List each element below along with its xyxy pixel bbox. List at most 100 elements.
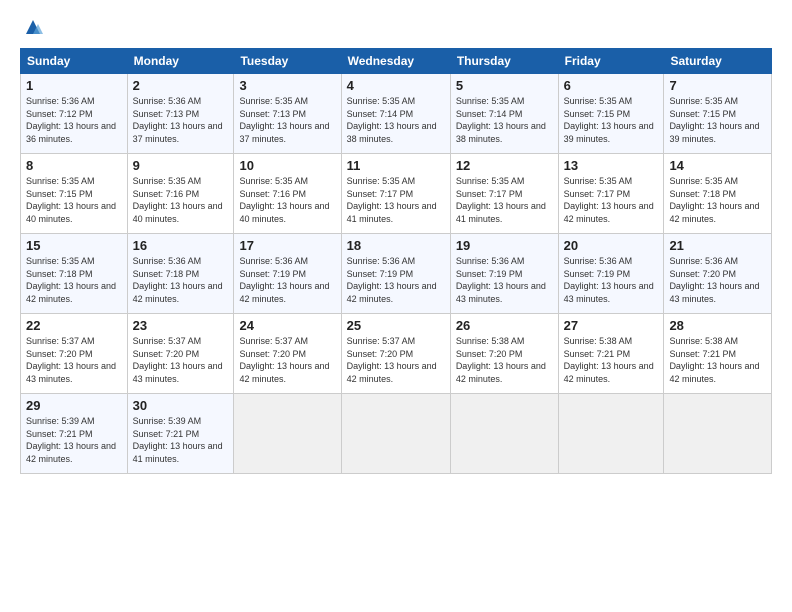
calendar-cell: 2 Sunrise: 5:36 AMSunset: 7:13 PMDayligh… — [127, 74, 234, 154]
day-number: 27 — [564, 318, 659, 333]
calendar-cell — [450, 394, 558, 474]
calendar-cell: 29 Sunrise: 5:39 AMSunset: 7:21 PMDaylig… — [21, 394, 128, 474]
calendar-cell: 14 Sunrise: 5:35 AMSunset: 7:18 PMDaylig… — [664, 154, 772, 234]
day-info: Sunrise: 5:35 AMSunset: 7:15 PMDaylight:… — [564, 96, 654, 144]
day-number: 1 — [26, 78, 122, 93]
calendar-week-row: 29 Sunrise: 5:39 AMSunset: 7:21 PMDaylig… — [21, 394, 772, 474]
day-number: 6 — [564, 78, 659, 93]
calendar-cell: 8 Sunrise: 5:35 AMSunset: 7:15 PMDayligh… — [21, 154, 128, 234]
day-info: Sunrise: 5:35 AMSunset: 7:18 PMDaylight:… — [669, 176, 759, 224]
day-number: 10 — [239, 158, 335, 173]
calendar-cell: 19 Sunrise: 5:36 AMSunset: 7:19 PMDaylig… — [450, 234, 558, 314]
day-info: Sunrise: 5:38 AMSunset: 7:21 PMDaylight:… — [669, 336, 759, 384]
day-number: 20 — [564, 238, 659, 253]
day-number: 18 — [347, 238, 445, 253]
page: Sunday Monday Tuesday Wednesday Thursday… — [0, 0, 792, 612]
day-number: 15 — [26, 238, 122, 253]
day-number: 7 — [669, 78, 766, 93]
day-number: 2 — [133, 78, 229, 93]
col-wednesday: Wednesday — [341, 49, 450, 74]
calendar-cell: 12 Sunrise: 5:35 AMSunset: 7:17 PMDaylig… — [450, 154, 558, 234]
day-number: 23 — [133, 318, 229, 333]
calendar-cell: 9 Sunrise: 5:35 AMSunset: 7:16 PMDayligh… — [127, 154, 234, 234]
calendar-cell: 22 Sunrise: 5:37 AMSunset: 7:20 PMDaylig… — [21, 314, 128, 394]
day-info: Sunrise: 5:38 AMSunset: 7:21 PMDaylight:… — [564, 336, 654, 384]
calendar-cell — [234, 394, 341, 474]
calendar-cell: 24 Sunrise: 5:37 AMSunset: 7:20 PMDaylig… — [234, 314, 341, 394]
day-number: 12 — [456, 158, 553, 173]
day-number: 26 — [456, 318, 553, 333]
day-info: Sunrise: 5:36 AMSunset: 7:18 PMDaylight:… — [133, 256, 223, 304]
day-info: Sunrise: 5:35 AMSunset: 7:14 PMDaylight:… — [347, 96, 437, 144]
day-number: 28 — [669, 318, 766, 333]
calendar-cell — [664, 394, 772, 474]
logo-icon — [22, 16, 44, 38]
logo — [20, 18, 44, 38]
calendar-cell: 18 Sunrise: 5:36 AMSunset: 7:19 PMDaylig… — [341, 234, 450, 314]
day-number: 29 — [26, 398, 122, 413]
day-info: Sunrise: 5:35 AMSunset: 7:17 PMDaylight:… — [456, 176, 546, 224]
day-number: 25 — [347, 318, 445, 333]
calendar-week-row: 22 Sunrise: 5:37 AMSunset: 7:20 PMDaylig… — [21, 314, 772, 394]
day-info: Sunrise: 5:37 AMSunset: 7:20 PMDaylight:… — [347, 336, 437, 384]
day-number: 9 — [133, 158, 229, 173]
day-info: Sunrise: 5:36 AMSunset: 7:20 PMDaylight:… — [669, 256, 759, 304]
col-saturday: Saturday — [664, 49, 772, 74]
calendar-cell: 11 Sunrise: 5:35 AMSunset: 7:17 PMDaylig… — [341, 154, 450, 234]
day-number: 22 — [26, 318, 122, 333]
calendar-week-row: 15 Sunrise: 5:35 AMSunset: 7:18 PMDaylig… — [21, 234, 772, 314]
day-info: Sunrise: 5:36 AMSunset: 7:12 PMDaylight:… — [26, 96, 116, 144]
day-info: Sunrise: 5:35 AMSunset: 7:17 PMDaylight:… — [347, 176, 437, 224]
calendar-cell: 20 Sunrise: 5:36 AMSunset: 7:19 PMDaylig… — [558, 234, 664, 314]
col-monday: Monday — [127, 49, 234, 74]
day-number: 3 — [239, 78, 335, 93]
day-number: 11 — [347, 158, 445, 173]
col-friday: Friday — [558, 49, 664, 74]
day-number: 24 — [239, 318, 335, 333]
day-info: Sunrise: 5:35 AMSunset: 7:16 PMDaylight:… — [133, 176, 223, 224]
calendar-cell: 23 Sunrise: 5:37 AMSunset: 7:20 PMDaylig… — [127, 314, 234, 394]
day-info: Sunrise: 5:36 AMSunset: 7:19 PMDaylight:… — [347, 256, 437, 304]
calendar-cell: 1 Sunrise: 5:36 AMSunset: 7:12 PMDayligh… — [21, 74, 128, 154]
col-thursday: Thursday — [450, 49, 558, 74]
day-info: Sunrise: 5:38 AMSunset: 7:20 PMDaylight:… — [456, 336, 546, 384]
day-number: 14 — [669, 158, 766, 173]
day-number: 13 — [564, 158, 659, 173]
col-tuesday: Tuesday — [234, 49, 341, 74]
day-info: Sunrise: 5:37 AMSunset: 7:20 PMDaylight:… — [239, 336, 329, 384]
calendar-cell: 7 Sunrise: 5:35 AMSunset: 7:15 PMDayligh… — [664, 74, 772, 154]
calendar-cell: 6 Sunrise: 5:35 AMSunset: 7:15 PMDayligh… — [558, 74, 664, 154]
day-info: Sunrise: 5:35 AMSunset: 7:15 PMDaylight:… — [26, 176, 116, 224]
day-number: 5 — [456, 78, 553, 93]
calendar-cell: 26 Sunrise: 5:38 AMSunset: 7:20 PMDaylig… — [450, 314, 558, 394]
calendar-cell: 25 Sunrise: 5:37 AMSunset: 7:20 PMDaylig… — [341, 314, 450, 394]
day-info: Sunrise: 5:35 AMSunset: 7:18 PMDaylight:… — [26, 256, 116, 304]
day-info: Sunrise: 5:35 AMSunset: 7:15 PMDaylight:… — [669, 96, 759, 144]
calendar-cell: 30 Sunrise: 5:39 AMSunset: 7:21 PMDaylig… — [127, 394, 234, 474]
day-number: 17 — [239, 238, 335, 253]
calendar-week-row: 1 Sunrise: 5:36 AMSunset: 7:12 PMDayligh… — [21, 74, 772, 154]
day-info: Sunrise: 5:39 AMSunset: 7:21 PMDaylight:… — [133, 416, 223, 464]
calendar-header-row: Sunday Monday Tuesday Wednesday Thursday… — [21, 49, 772, 74]
day-info: Sunrise: 5:36 AMSunset: 7:19 PMDaylight:… — [239, 256, 329, 304]
day-info: Sunrise: 5:39 AMSunset: 7:21 PMDaylight:… — [26, 416, 116, 464]
header — [20, 18, 772, 38]
day-number: 21 — [669, 238, 766, 253]
day-number: 8 — [26, 158, 122, 173]
calendar-cell: 15 Sunrise: 5:35 AMSunset: 7:18 PMDaylig… — [21, 234, 128, 314]
day-info: Sunrise: 5:35 AMSunset: 7:14 PMDaylight:… — [456, 96, 546, 144]
day-info: Sunrise: 5:37 AMSunset: 7:20 PMDaylight:… — [133, 336, 223, 384]
calendar-cell — [341, 394, 450, 474]
day-number: 30 — [133, 398, 229, 413]
calendar-cell: 3 Sunrise: 5:35 AMSunset: 7:13 PMDayligh… — [234, 74, 341, 154]
day-info: Sunrise: 5:36 AMSunset: 7:13 PMDaylight:… — [133, 96, 223, 144]
calendar-cell: 27 Sunrise: 5:38 AMSunset: 7:21 PMDaylig… — [558, 314, 664, 394]
day-number: 16 — [133, 238, 229, 253]
calendar-cell: 16 Sunrise: 5:36 AMSunset: 7:18 PMDaylig… — [127, 234, 234, 314]
calendar-table: Sunday Monday Tuesday Wednesday Thursday… — [20, 48, 772, 474]
day-number: 4 — [347, 78, 445, 93]
day-number: 19 — [456, 238, 553, 253]
calendar-cell: 10 Sunrise: 5:35 AMSunset: 7:16 PMDaylig… — [234, 154, 341, 234]
calendar-cell: 17 Sunrise: 5:36 AMSunset: 7:19 PMDaylig… — [234, 234, 341, 314]
calendar-cell: 21 Sunrise: 5:36 AMSunset: 7:20 PMDaylig… — [664, 234, 772, 314]
